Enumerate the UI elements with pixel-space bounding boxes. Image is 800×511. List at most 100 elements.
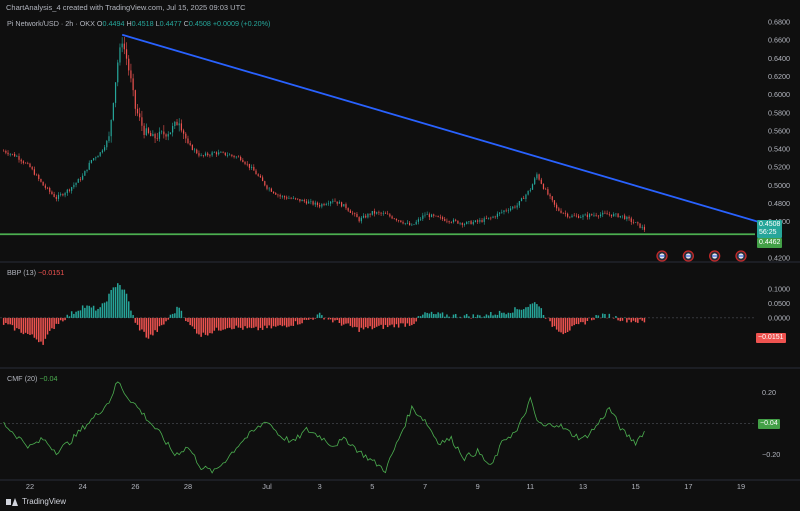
candle-body: [483, 218, 485, 222]
bbp-bar: [66, 314, 69, 318]
bbp-bar: [637, 317, 639, 323]
event-marker-icon: [682, 250, 694, 262]
x-axis-tick: Jul: [262, 482, 272, 491]
bbp-y-tick: 0.0000: [768, 313, 790, 322]
candle-body: [551, 196, 553, 201]
price-y-tick: 0.6400: [768, 54, 790, 63]
bbp-bar: [527, 306, 529, 318]
bbp-bar: [307, 317, 310, 320]
bbp-bar: [358, 317, 360, 332]
candle-body: [345, 204, 347, 209]
bbp-bar: [222, 317, 224, 330]
candle-body: [283, 196, 286, 198]
bbp-bar: [70, 311, 73, 318]
candle-body: [202, 155, 204, 156]
bbp-bar: [136, 317, 139, 325]
bbp-bar: [24, 317, 27, 333]
bbp-bar: [248, 317, 251, 328]
bbp-bar: [422, 314, 424, 318]
bbp-bar: [244, 317, 246, 327]
bbp-bar: [191, 317, 194, 327]
candle-body: [150, 132, 152, 137]
bbp-bar: [281, 317, 284, 327]
chart-canvas[interactable]: 0.6800 0.6600 0.6400 0.6200 0.6000 0.5800 0.56…: [0, 0, 800, 511]
bbp-bar: [250, 317, 253, 329]
bbp-bar: [424, 312, 426, 318]
bbp-bar: [411, 317, 413, 326]
bbp-bar: [163, 317, 165, 325]
candle-body: [571, 215, 573, 218]
candle-body: [567, 213, 569, 217]
candle-body: [270, 188, 272, 192]
bbp-bar: [415, 317, 417, 322]
bbp-bar: [371, 317, 374, 330]
candle-body: [75, 182, 77, 185]
candle-body: [117, 62, 119, 83]
brand-name: TradingView: [22, 497, 67, 506]
candle-body: [588, 214, 591, 218]
candle-body: [577, 215, 580, 218]
bbp-bar: [443, 316, 446, 318]
candle-body: [395, 218, 398, 221]
candle-body: [242, 159, 244, 163]
bbp-bar: [560, 317, 562, 333]
bbp-bar: [397, 317, 400, 328]
bbp-bar: [204, 317, 207, 335]
bbp-bar: [336, 317, 338, 320]
candle-body: [294, 197, 297, 199]
bbp-bar: [593, 317, 595, 320]
bbp-bar: [463, 315, 466, 318]
bbp-bar: [88, 305, 90, 318]
candle-body: [325, 204, 327, 206]
candle-body: [141, 117, 143, 126]
bbp-bar: [239, 317, 242, 328]
candle-body: [358, 217, 360, 222]
bbp-bar: [40, 317, 42, 342]
bbp-bar: [386, 317, 389, 328]
bbp-bar: [498, 310, 501, 318]
candle-body: [297, 198, 299, 200]
candle-body: [422, 215, 424, 219]
candle-body: [466, 221, 468, 225]
bbp-bar: [114, 287, 117, 318]
bbp-bar: [211, 317, 213, 334]
candle-body: [231, 154, 233, 156]
bbp-bar: [46, 317, 49, 335]
candle-body: [584, 214, 586, 216]
candle-body: [218, 152, 220, 155]
candle-body: [222, 152, 224, 153]
candle-body: [128, 58, 130, 71]
candle-body: [207, 153, 209, 156]
bbp-bar: [310, 317, 312, 319]
bbp-bar: [110, 289, 112, 318]
candle-body: [424, 214, 426, 216]
x-axis-tick: 5: [370, 482, 374, 491]
tradingview-brand[interactable]: TradingView: [6, 497, 66, 506]
candle-body: [136, 108, 139, 114]
bbp-bar: [621, 317, 624, 321]
candle-body: [488, 217, 490, 219]
bbp-bar: [340, 317, 343, 326]
bbp-bar: [130, 310, 132, 318]
bbp-bar: [459, 316, 461, 318]
candle-body: [373, 210, 376, 214]
bbp-bar: [612, 317, 615, 319]
candle-body: [14, 153, 16, 157]
bbp-bar: [253, 317, 255, 328]
bbp-bar: [343, 317, 345, 325]
bbp-bar: [468, 316, 470, 318]
bbp-bar: [481, 317, 483, 318]
candle-body: [240, 156, 242, 160]
candle-body: [64, 193, 66, 196]
bbp-bar: [257, 317, 259, 331]
bbp-bar: [86, 305, 88, 318]
bbp-bar: [180, 310, 183, 318]
candle-body: [88, 162, 90, 170]
candle-body: [628, 216, 630, 219]
candle-body: [264, 181, 266, 186]
bbp-bar: [617, 317, 619, 321]
bbp-bar: [154, 317, 156, 331]
bbp-bar: [268, 317, 270, 326]
candle-body: [492, 216, 494, 218]
bbp-bar: [296, 317, 299, 325]
